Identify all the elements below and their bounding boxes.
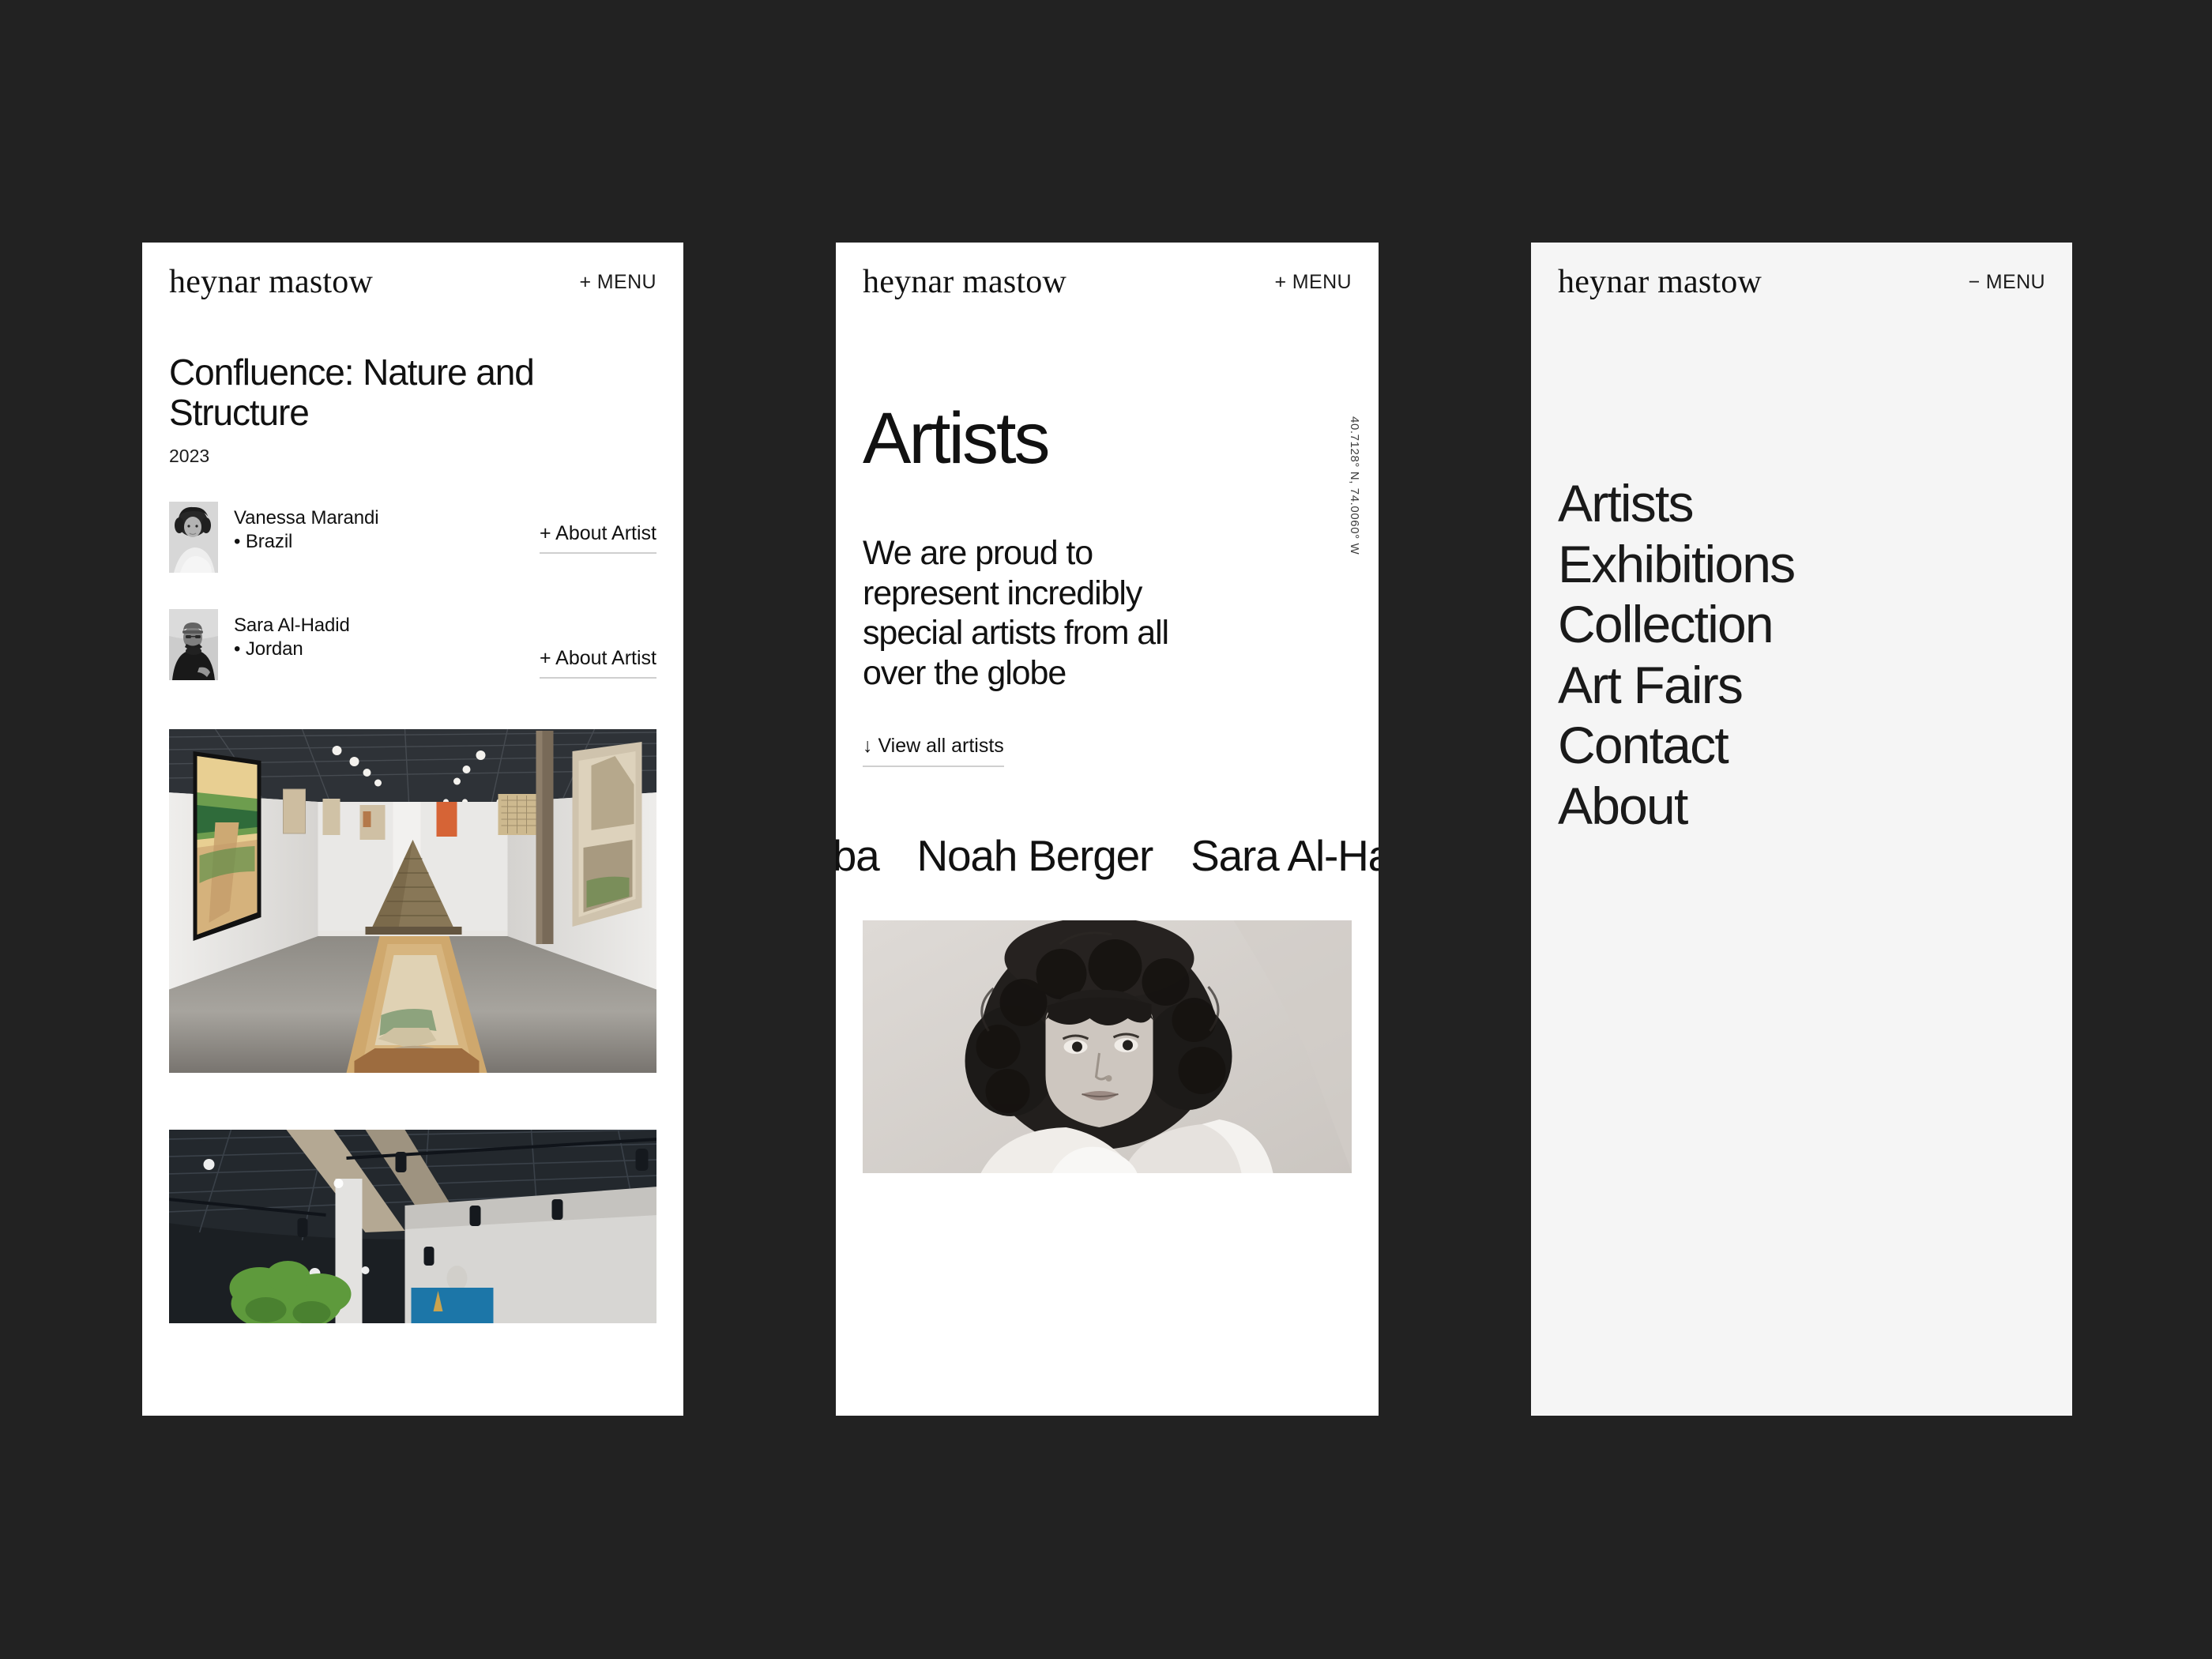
brand-wordmark[interactable]: heynar mastow <box>863 263 1066 301</box>
about-artist-link[interactable]: + About Artist <box>539 522 656 555</box>
nav-item-exhibitions[interactable]: Exhibitions <box>1558 534 2045 595</box>
menu-toggle-button[interactable]: + MENU <box>1274 271 1352 294</box>
marquee-name: Noah Berger <box>916 830 1153 880</box>
coordinates-label: 40.7128° N, 74.0060° W <box>1348 416 1361 555</box>
artist-meta: Vanessa Marandi • Brazil <box>234 502 540 554</box>
hero-lede: We are proud to represent incredibly spe… <box>863 534 1169 693</box>
nav-item-about[interactable]: About <box>1558 776 2045 837</box>
menu-close-button[interactable]: − MENU <box>1968 271 2045 294</box>
avatar <box>169 609 218 681</box>
artist-name: Vanessa Marandi <box>234 507 379 529</box>
artist-country: • Jordan <box>234 638 303 660</box>
exhibition-title: Confluence: Nature and Structure <box>169 352 535 434</box>
marquee-name-clipped: koba <box>836 830 880 880</box>
list-item[interactable]: Vanessa Marandi • Brazil + About Artist <box>169 502 656 574</box>
artist-meta: Sara Al-Hadid • Jordan <box>234 609 540 661</box>
artists-hero: 40.7128° N, 74.0060° W Artists We are pr… <box>836 402 1379 767</box>
site-header: heynar mastow − MENU <box>1531 243 2072 301</box>
list-item[interactable]: Sara Al-Hadid • Jordan + About Artist <box>169 609 656 682</box>
menu-toggle-button[interactable]: + MENU <box>579 271 656 294</box>
nav-item-collection[interactable]: Collection <box>1558 594 2045 655</box>
nav-item-art-fairs[interactable]: Art Fairs <box>1558 655 2045 716</box>
artist-name: Sara Al-Hadid <box>234 615 350 637</box>
main-navigation: Artists Exhibitions Collection Art Fairs… <box>1558 473 2045 836</box>
site-header: heynar mastow + MENU <box>836 243 1379 301</box>
brand-wordmark[interactable]: heynar mastow <box>169 263 373 301</box>
panel-artists-landing: heynar mastow + MENU 40.7128° N, 74.0060… <box>836 243 1379 1416</box>
site-header: heynar mastow + MENU <box>142 243 683 301</box>
featured-artist-portrait <box>863 920 1352 1173</box>
brand-wordmark[interactable]: heynar mastow <box>1558 263 1762 301</box>
arrow-down-icon: ↓ <box>863 734 873 757</box>
panel-nav-overlay: heynar mastow − MENU Artists Exhibitions… <box>1531 243 2072 1416</box>
screenshot-stage: heynar mastow + MENU Confluence: Nature … <box>0 0 2212 1659</box>
exhibition-photo-ceiling <box>169 1130 656 1324</box>
exhibition-photo-gallery-interior <box>169 729 656 1074</box>
artist-list: Vanessa Marandi • Brazil + About Artist <box>169 502 656 682</box>
marquee-track: koba Noah Berger Sara Al-Ha <box>836 824 1379 887</box>
exhibition-year: 2023 <box>169 446 210 467</box>
nav-item-contact[interactable]: Contact <box>1558 715 2045 776</box>
panel-exhibition-detail: heynar mastow + MENU Confluence: Nature … <box>142 243 683 1416</box>
nav-item-artists[interactable]: Artists <box>1558 473 2045 534</box>
artist-names-marquee[interactable]: koba Noah Berger Sara Al-Ha <box>836 824 1379 887</box>
artist-country: • Brazil <box>234 531 293 553</box>
marquee-name: Sara Al-Ha <box>1191 830 1379 880</box>
about-artist-link[interactable]: + About Artist <box>539 647 656 679</box>
view-all-artists-link[interactable]: ↓ View all artists <box>863 735 1004 767</box>
avatar <box>169 502 218 574</box>
view-all-artists-label: View all artists <box>878 734 1004 757</box>
page-title: Artists <box>863 398 1051 479</box>
